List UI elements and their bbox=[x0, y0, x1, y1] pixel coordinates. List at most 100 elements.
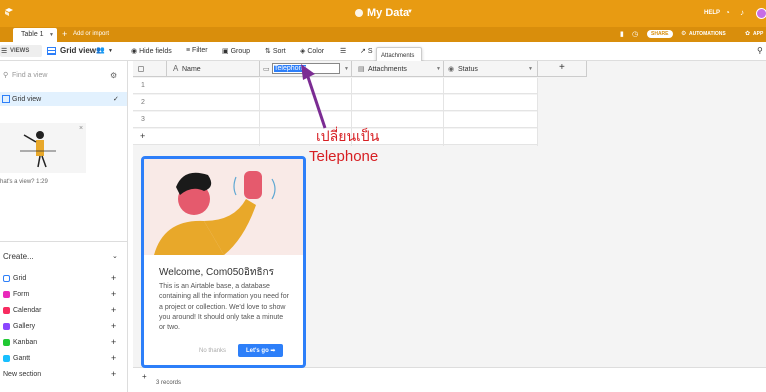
welcome-illustration bbox=[144, 159, 303, 255]
color-button[interactable]: ◈ Color bbox=[300, 47, 324, 55]
plus-icon: + bbox=[140, 131, 146, 141]
plus-icon: + bbox=[111, 321, 117, 331]
create-item-label: Gallery bbox=[13, 323, 36, 330]
chevron-down-icon[interactable]: ▼ bbox=[407, 9, 413, 15]
column-name: Name bbox=[182, 66, 201, 73]
chevron-down-icon[interactable]: ▼ bbox=[436, 66, 441, 72]
table-row[interactable]: 2 bbox=[133, 95, 537, 111]
apps-icon: ✿ bbox=[745, 31, 751, 37]
plus-icon: + bbox=[111, 353, 117, 363]
column-header-attachments[interactable]: ▤ Attachments ▼ bbox=[351, 61, 443, 77]
filter-button[interactable]: ≡ Filter bbox=[186, 47, 208, 54]
create-item-label: Kanban bbox=[13, 339, 38, 346]
trash-icon[interactable]: ▮ bbox=[620, 30, 624, 38]
create-grid-item[interactable]: Grid + bbox=[0, 272, 127, 286]
create-item-label: Gantt bbox=[13, 355, 31, 362]
add-or-import-button[interactable]: Add or import bbox=[73, 31, 109, 37]
chevron-down-icon[interactable]: ⌄ bbox=[112, 252, 118, 260]
create-form-item[interactable]: Form + bbox=[0, 288, 127, 302]
plus-icon[interactable]: + bbox=[142, 372, 147, 381]
top-bar: My Data ▼ HELP ◔ ♪ bbox=[0, 0, 766, 27]
create-gallery-item[interactable]: Gallery + bbox=[0, 320, 127, 334]
plus-icon: + bbox=[111, 337, 117, 347]
video-thumbnail[interactable] bbox=[0, 123, 86, 173]
chevron-down-icon[interactable]: ▼ bbox=[528, 66, 533, 72]
create-new-section-item[interactable]: New section + bbox=[0, 368, 127, 382]
views-label: VIEWS bbox=[10, 48, 30, 54]
tab-label: Table 1 bbox=[21, 31, 44, 38]
tab-bar: Table 1 ▼ + Add or import ▮ ◷ SHARE ⚙ AU… bbox=[0, 27, 766, 42]
person-illustration bbox=[20, 131, 56, 168]
collaborators-icon[interactable]: 👥 bbox=[96, 46, 105, 54]
video-caption[interactable]: hat's a view? 1:29 bbox=[0, 179, 48, 185]
add-field-button[interactable]: + bbox=[537, 61, 587, 77]
group-icon: ▣ bbox=[222, 48, 229, 55]
help-link[interactable]: HELP bbox=[704, 10, 720, 16]
select-all-checkbox[interactable] bbox=[138, 66, 144, 72]
row-number: 3 bbox=[141, 116, 145, 123]
record-count: 3 records bbox=[156, 380, 182, 386]
column-name: Attachments bbox=[368, 66, 407, 73]
calendar-icon bbox=[3, 307, 10, 314]
history-icon[interactable]: ◷ bbox=[632, 30, 638, 38]
no-thanks-button[interactable]: No thanks bbox=[199, 348, 226, 354]
lets-go-button[interactable]: Let's go ➡ bbox=[238, 344, 284, 357]
create-item-label: Calendar bbox=[13, 307, 42, 314]
hide-fields-button[interactable]: ◉ Hide fields bbox=[131, 47, 172, 55]
column-divider bbox=[443, 78, 444, 146]
share-view-button[interactable]: ↗ S bbox=[360, 47, 373, 55]
column-header-status[interactable]: ◉ Status ▼ bbox=[443, 61, 537, 77]
annotation-arrow bbox=[301, 64, 327, 129]
form-icon bbox=[3, 291, 10, 298]
group-button[interactable]: ▣ Group bbox=[222, 47, 250, 55]
base-logo-icon[interactable] bbox=[4, 7, 14, 17]
create-kanban-item[interactable]: Kanban + bbox=[0, 336, 127, 350]
plus-icon: + bbox=[111, 305, 117, 315]
view-item-grid[interactable]: Grid view ✓ bbox=[0, 92, 127, 106]
base-title[interactable]: My Data bbox=[367, 7, 409, 19]
notifications-icon[interactable]: ♪ bbox=[740, 8, 744, 17]
create-gantt-item[interactable]: Gantt + bbox=[0, 352, 127, 366]
column-header-name[interactable]: A Name bbox=[166, 61, 259, 77]
views-sidebar: ⚲ Find a view ⚙ Grid view ✓ × hat's a vi… bbox=[0, 61, 128, 392]
grid-view-icon bbox=[47, 47, 56, 55]
share-button[interactable]: SHARE bbox=[647, 30, 673, 38]
create-calendar-item[interactable]: Calendar + bbox=[0, 304, 127, 318]
annotation-line-1: เปลี่ยนเป็น bbox=[316, 128, 380, 144]
sort-label: Sort bbox=[272, 48, 286, 55]
welcome-modal: Welcome, Com050อิทธิกร This is an Airtab… bbox=[141, 156, 306, 368]
tab-table-1[interactable]: Table 1 ▼ bbox=[13, 28, 57, 42]
row-height-icon[interactable]: ☰ bbox=[340, 47, 346, 55]
field-type-icon: ▭ bbox=[263, 66, 270, 73]
plus-icon: + bbox=[559, 62, 565, 73]
create-item-label: Grid bbox=[13, 275, 27, 282]
sort-icon: ⇅ bbox=[265, 48, 271, 55]
paint-bucket-icon: ◈ bbox=[300, 48, 306, 55]
table-row[interactable]: 1 bbox=[133, 78, 537, 94]
column-name: Status bbox=[458, 66, 478, 73]
share-view-label: S bbox=[367, 48, 373, 55]
find-view-input[interactable]: Find a view bbox=[12, 72, 47, 79]
automations-button[interactable]: AUTOMATIONS bbox=[689, 31, 726, 37]
chevron-down-icon[interactable]: ▼ bbox=[344, 66, 349, 72]
plus-icon: + bbox=[111, 289, 117, 299]
row-number-header bbox=[133, 61, 166, 77]
gear-icon[interactable]: ⚙ bbox=[110, 71, 117, 80]
avatar[interactable] bbox=[756, 8, 766, 19]
gantt-icon bbox=[3, 355, 10, 362]
apps-button[interactable]: APP bbox=[753, 31, 763, 37]
grid-icon bbox=[3, 275, 10, 282]
chevron-down-icon: ▼ bbox=[49, 32, 54, 38]
attachment-icon: ▤ bbox=[358, 66, 365, 73]
close-icon[interactable]: × bbox=[79, 125, 83, 132]
group-label: Group bbox=[230, 48, 251, 55]
search-icon[interactable]: ⚲ bbox=[757, 46, 763, 55]
chevron-down-icon[interactable]: ▼ bbox=[108, 48, 113, 54]
views-toggle-button[interactable]: ☰ VIEWS bbox=[0, 45, 42, 57]
bell-icon[interactable]: ◔ bbox=[725, 8, 730, 17]
status-icon: ◉ bbox=[448, 66, 455, 73]
sort-button[interactable]: ⇅ Sort bbox=[265, 47, 286, 55]
current-view-name[interactable]: Grid view bbox=[60, 46, 96, 55]
add-icon[interactable]: + bbox=[62, 29, 67, 39]
share-view-icon: ↗ bbox=[360, 48, 366, 55]
